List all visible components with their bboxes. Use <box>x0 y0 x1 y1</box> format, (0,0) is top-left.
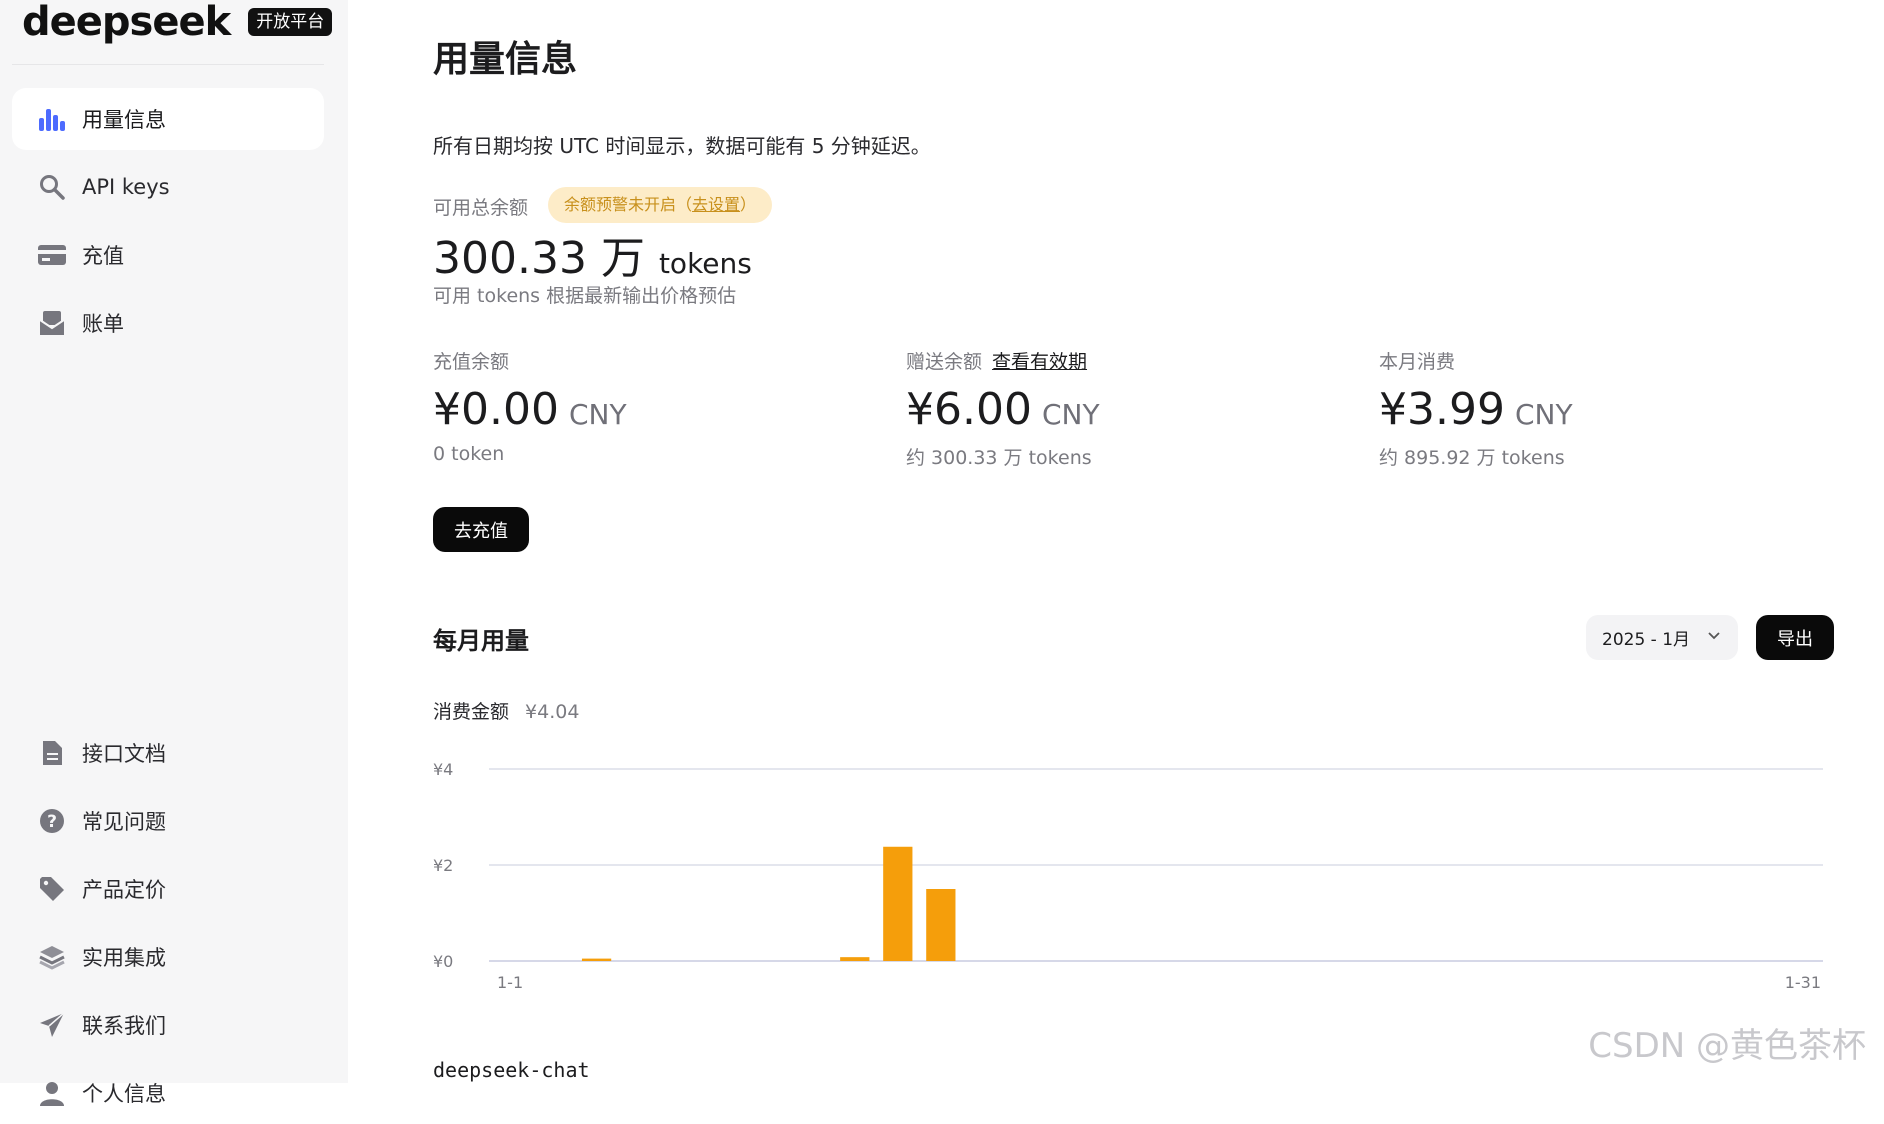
sidebar-item-profile[interactable]: 个人信息 <box>12 1062 324 1124</box>
sidebar-item-pricing[interactable]: 产品定价 <box>12 858 324 920</box>
card-currency: CNY <box>568 398 627 431</box>
balance-card-gift: 赠送余额 查看有效期 ¥6.00 CNY 约 300.33 万 tokens <box>906 347 1100 470</box>
balance-card-monthly-spend: 本月消费 ¥3.99 CNY 约 895.92 万 tokens <box>1379 347 1573 470</box>
sidebar-item-usage[interactable]: 用量信息 <box>12 88 324 150</box>
sidebar-item-recharge[interactable]: 充值 <box>12 224 324 286</box>
card-sub: 约 300.33 万 tokens <box>906 447 1092 469</box>
sidebar-item-contact[interactable]: 联系我们 <box>12 994 324 1056</box>
sidebar-item-label: 账单 <box>82 312 124 336</box>
recharge-button[interactable]: 去充值 <box>433 507 529 552</box>
card-sub: 0 token <box>433 443 505 465</box>
monthly-usage-title: 每月用量 <box>433 627 529 655</box>
page-title: 用量信息 <box>433 39 578 80</box>
total-balance-amount: 300.33 万 <box>433 233 645 284</box>
spend-value: ¥4.04 <box>525 701 580 723</box>
brand-name: deepseek <box>22 0 231 45</box>
envelope-icon <box>38 309 66 337</box>
sidebar-item-integrations[interactable]: 实用集成 <box>12 926 324 988</box>
sidebar-divider <box>12 64 324 65</box>
card-sub: 约 895.92 万 tokens <box>1379 447 1565 469</box>
chart-y-tick-label: ¥2 <box>433 856 453 875</box>
sidebar-item-docs[interactable]: 接口文档 <box>12 722 324 784</box>
spend-summary: 消费金额 ¥4.04 <box>433 697 579 724</box>
chart-bar <box>581 958 612 961</box>
total-balance-unit: tokens <box>658 247 752 280</box>
sidebar-item-label: 充值 <box>82 244 124 268</box>
chevron-down-icon <box>1706 627 1722 648</box>
view-validity-link[interactable]: 查看有效期 <box>992 347 1087 374</box>
sidebar-item-api-keys[interactable]: API keys <box>12 156 324 218</box>
chart-x-tick-label: 1-1 <box>497 973 523 992</box>
card-currency: CNY <box>1041 398 1100 431</box>
sidebar-item-faq[interactable]: ? 常见问题 <box>12 790 324 852</box>
chart-bar <box>883 846 913 961</box>
balance-alert-text: 余额预警未开启（ <box>564 195 693 214</box>
balance-alert-pill: 余额预警未开启（去设置） <box>548 187 773 223</box>
model-section-title: deepseek-chat <box>433 1058 590 1082</box>
chart-bar <box>840 957 870 961</box>
card-label: 赠送余额 <box>906 351 983 373</box>
card-amount: ¥6.00 <box>906 384 1032 435</box>
sidebar-item-label: 接口文档 <box>82 742 166 766</box>
user-icon <box>38 1079 66 1107</box>
balance-alert-setup-link[interactable]: 去设置 <box>692 195 740 214</box>
brand-badge: 开放平台 <box>248 8 333 36</box>
sidebar-item-label: 常见问题 <box>82 810 166 834</box>
total-balance-note: 可用 tokens 根据最新输出价格预估 <box>433 285 737 307</box>
total-balance-label: 可用总余额 <box>433 197 529 219</box>
card-label: 充值余额 <box>433 351 510 373</box>
sidebar-item-label: API keys <box>82 175 170 199</box>
search-key-icon <box>38 173 66 201</box>
chart-bar <box>926 889 956 961</box>
sidebar: deepseek 开放平台 用量信息 API keys 充值 账单 接口文档 ?… <box>0 0 348 1106</box>
balance-alert-close-paren: ） <box>740 195 757 214</box>
chart-x-tick-label: 1-31 <box>1785 973 1821 992</box>
card-label: 本月消费 <box>1379 351 1456 373</box>
sidebar-item-label: 用量信息 <box>82 108 166 132</box>
brand-logo[interactable]: deepseek 开放平台 <box>22 0 333 45</box>
month-select-value: 2025 - 1月 <box>1602 630 1691 650</box>
svg-text:?: ? <box>47 812 57 832</box>
export-button[interactable]: 导出 <box>1756 615 1834 660</box>
chart-y-tick-label: ¥4 <box>433 760 453 779</box>
credit-card-icon <box>38 241 66 269</box>
sidebar-item-label: 产品定价 <box>82 878 166 902</box>
card-currency: CNY <box>1514 398 1573 431</box>
paper-plane-icon <box>38 1011 66 1039</box>
document-icon <box>38 739 66 767</box>
card-amount: ¥3.99 <box>1379 384 1505 435</box>
page-description: 所有日期均按 UTC 时间显示，数据可能有 5 分钟延迟。 <box>433 134 931 158</box>
sidebar-item-label: 联系我们 <box>82 1014 166 1038</box>
watermark: CSDN @黄色茶杯 <box>1588 1026 1866 1066</box>
layers-icon <box>38 943 66 971</box>
month-select[interactable]: 2025 - 1月 <box>1586 615 1738 660</box>
total-balance: 300.33 万 tokens <box>433 222 752 286</box>
bar-chart-icon <box>38 105 66 133</box>
usage-bar-chart: ¥4 ¥2 ¥0 1-1 1-31 <box>433 760 1823 992</box>
sidebar-item-bills[interactable]: 账单 <box>12 292 324 354</box>
chart-y-tick-label: ¥0 <box>433 952 453 971</box>
card-amount: ¥0.00 <box>433 384 559 435</box>
question-icon: ? <box>38 807 66 835</box>
sidebar-item-label: 实用集成 <box>82 946 166 970</box>
balance-card-recharge: 充值余额 ¥0.00 CNY 0 token <box>433 347 627 465</box>
tag-icon <box>38 875 66 903</box>
spend-label: 消费金额 <box>433 701 510 723</box>
